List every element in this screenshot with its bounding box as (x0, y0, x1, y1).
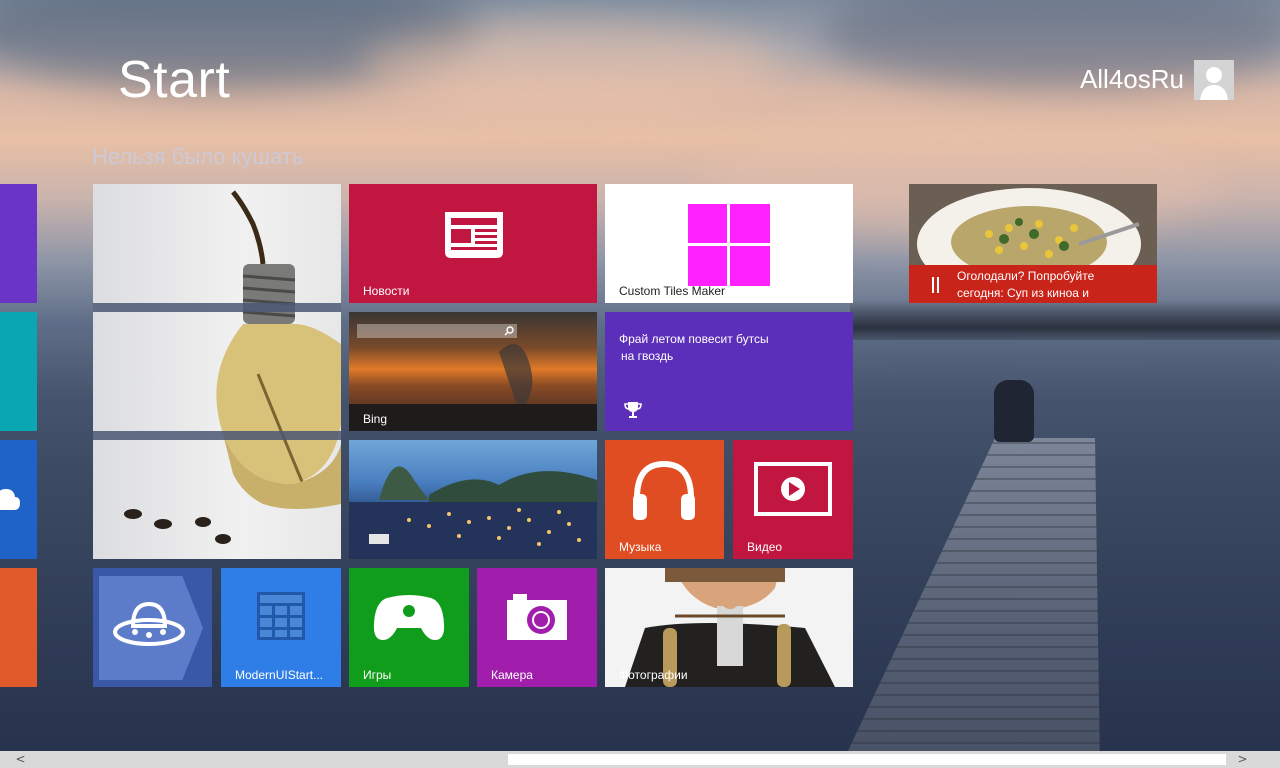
city-bay-image (349, 466, 597, 559)
food-tile[interactable]: Оголодали? Попробуйте сегодня: Суп из ки… (909, 184, 1157, 303)
photo-tile-city[interactable] (349, 440, 597, 559)
tile-label: Bing (363, 412, 388, 426)
partial-tile[interactable] (0, 312, 37, 431)
sitting-person (994, 380, 1034, 442)
partial-tile[interactable] (0, 184, 37, 303)
play-icon (754, 462, 832, 516)
fork-knife-icon (932, 277, 939, 293)
cloud-icon (0, 489, 20, 510)
avatar[interactable] (1194, 60, 1234, 100)
partial-tile-onedrive[interactable] (0, 440, 37, 559)
scroll-right-button[interactable]: > (1234, 751, 1251, 768)
pear-lightbulb-image (93, 190, 341, 544)
tile-label: Камера (491, 668, 533, 682)
camera-icon (507, 594, 567, 640)
tile-label: ModernUIStart... (235, 668, 324, 682)
games-tile[interactable]: Игры (349, 568, 469, 687)
tile-label: Видео (747, 540, 783, 554)
partial-tile[interactable] (0, 568, 37, 687)
group-title[interactable]: Нельзя было кушать (92, 144, 303, 170)
sports-tile[interactable]: Фрай летом повесит бутсы на гвоздь (605, 312, 853, 431)
gamepad-icon (373, 595, 445, 640)
trophy-icon (624, 402, 642, 418)
cloud (360, 20, 780, 110)
tile-label: Игры (363, 668, 392, 682)
scroll-thumb[interactable] (508, 754, 1226, 765)
video-tile[interactable]: Видео (733, 440, 853, 559)
bing-tile[interactable]: Bing (349, 312, 597, 431)
tile-label: Новости (363, 284, 410, 298)
table-icon (257, 592, 305, 640)
windows-logo-icon (688, 204, 770, 286)
custom-tiles-maker-tile[interactable]: Custom Tiles Maker (605, 184, 853, 303)
news-tile[interactable]: Новости (349, 184, 597, 303)
camera-tile[interactable]: Камера (477, 568, 597, 687)
page-title: Start (118, 51, 231, 109)
tile-label: Custom Tiles Maker (619, 284, 726, 298)
horizontal-scrollbar[interactable]: < > (0, 751, 1280, 768)
photos-tile[interactable]: Фотографии (605, 568, 853, 687)
music-tile[interactable]: Музыка (605, 440, 724, 559)
sports-headline-line2: на гвоздь (621, 349, 674, 363)
user-icon (1194, 60, 1234, 100)
scroll-left-button[interactable]: < (12, 751, 29, 768)
food-caption-line2: сегодня: Суп из киноа и (957, 286, 1089, 300)
food-caption-line1: Оголодали? Попробуйте (957, 269, 1095, 283)
sports-headline-line1: Фрай летом повесит бутсы (619, 332, 769, 346)
newspaper-icon (445, 212, 503, 258)
treeline (850, 300, 1280, 340)
user-name[interactable]: All4osRu (1080, 64, 1184, 95)
ufo-app-tile[interactable] (93, 568, 212, 687)
search-icon (504, 326, 514, 336)
modernui-start-tile[interactable]: ModernUIStart... (221, 568, 341, 687)
bing-search-box[interactable] (357, 324, 517, 338)
ufo-icon (113, 601, 185, 646)
tile-label: Музыка (619, 540, 662, 554)
photo-tile-pear-bulb[interactable] (93, 184, 341, 559)
headphones-icon (633, 460, 695, 520)
tile-label: Фотографии (619, 668, 688, 682)
